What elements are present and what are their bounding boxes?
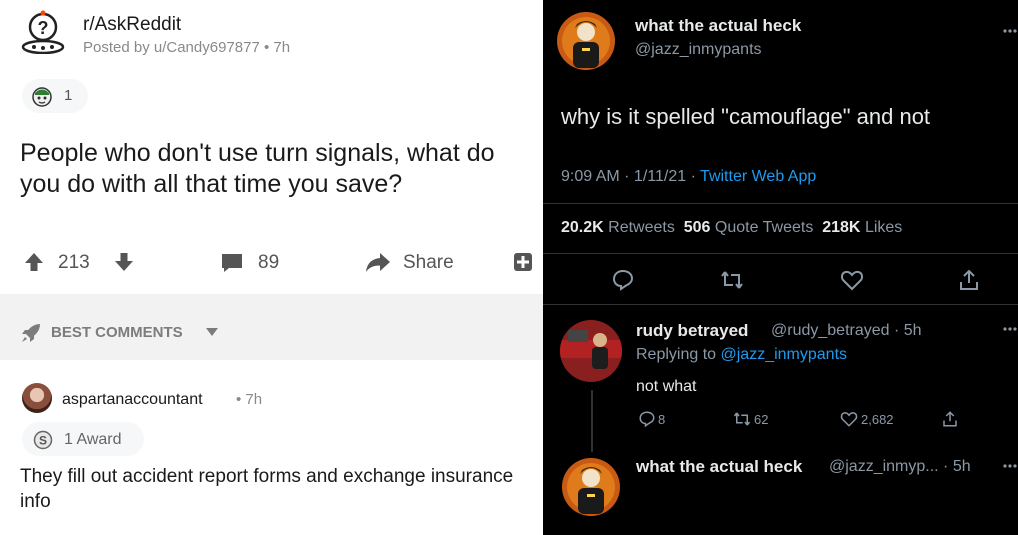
retweet-label[interactable]: Retweets (608, 219, 675, 236)
reply-icon[interactable] (638, 410, 656, 428)
award-badge[interactable]: 1 (22, 79, 88, 113)
like-label[interactable]: Likes (865, 219, 902, 236)
comment-count: 89 (258, 252, 280, 273)
downvote-icon[interactable] (112, 250, 136, 274)
award-count: 1 (64, 87, 73, 104)
subreddit-name[interactable]: r/AskReddit (83, 14, 181, 36)
reddit-snoo-icon[interactable]: ? (20, 10, 66, 54)
more-icon[interactable] (1003, 326, 1017, 332)
reply2-author-handle[interactable]: @jazz_inmyp... · 5h (829, 458, 971, 476)
more-icon[interactable] (1003, 28, 1017, 34)
tweet-timestamp: 9:09 AM · 1/11/21 · Twitter Web App (561, 168, 816, 186)
reply-author-avatar[interactable] (560, 320, 622, 382)
comment-time: • 7h (236, 391, 263, 408)
divider (543, 203, 1018, 204)
commenter-avatar[interactable] (22, 383, 52, 413)
post-action-bar: 213 89 Share (0, 244, 543, 282)
post-title[interactable]: People who don't use turn signals, what … (20, 138, 540, 200)
replying-prefix: Replying to (636, 346, 721, 363)
reply-icon[interactable] (611, 268, 635, 292)
tweet-stats: 20.2K Retweets 506 Quote Tweets 218K Lik… (561, 219, 902, 237)
reply2-author-avatar[interactable] (562, 458, 620, 516)
replying-to: Replying to @jazz_inmypants (636, 346, 847, 364)
more-icon[interactable] (1003, 463, 1017, 469)
rocket-icon (22, 324, 40, 342)
tweet-text: why is it spelled "camouflage" and not (561, 104, 931, 129)
reddit-post-panel: ? r/AskReddit Posted by u/Candy697877 • … (0, 0, 543, 535)
share-button[interactable]: Share (403, 252, 454, 274)
comment-award-label: 1 Award (64, 431, 122, 448)
svg-text:S: S (39, 434, 47, 448)
like-icon[interactable] (840, 268, 864, 292)
tweet-author-name[interactable]: what the actual heck (635, 16, 801, 36)
reply-reply-count: 8 (658, 412, 666, 427)
twitter-thread-panel: what the actual heck @jazz_inmypants why… (543, 0, 1018, 535)
silver-award-icon: S (33, 430, 53, 450)
comment-award-badge[interactable]: S 1 Award (22, 422, 144, 456)
reply2-author-name[interactable]: what the actual heck (636, 457, 802, 477)
divider (543, 253, 1018, 254)
share-icon[interactable] (365, 250, 391, 274)
quote-tweet-label[interactable]: Quote Tweets (715, 219, 813, 236)
reply-author-handle[interactable]: @rudy_betrayed · 5h (771, 322, 922, 340)
tweet-source-app[interactable]: Twitter Web App (700, 168, 816, 185)
reply-retweet-count: 62 (754, 412, 769, 427)
comment-author[interactable]: aspartanaccountant (62, 391, 203, 409)
share-tweet-icon[interactable] (941, 410, 959, 428)
tweet-author-avatar[interactable] (557, 12, 615, 70)
divider (543, 304, 1018, 305)
replying-to-handle[interactable]: @jazz_inmypants (721, 346, 848, 363)
like-icon[interactable] (840, 410, 858, 428)
share-tweet-icon[interactable] (957, 268, 981, 292)
vote-count: 213 (58, 252, 90, 273)
thread-line (591, 390, 593, 452)
reply-like-count: 2,682 (861, 412, 894, 427)
retweet-icon[interactable] (733, 410, 751, 428)
like-count[interactable]: 218K (822, 219, 860, 236)
sort-label: BEST COMMENTS (51, 324, 183, 341)
award-icon (32, 87, 52, 107)
reply-author-name[interactable]: rudy betrayed (636, 321, 748, 341)
reply-text: not what (636, 378, 697, 395)
svg-text:?: ? (38, 18, 49, 38)
retweet-count[interactable]: 20.2K (561, 219, 604, 236)
tweet-time: 9:09 AM · 1/11/21 · (561, 168, 701, 185)
post-byline: Posted by u/Candy697877 • 7h (83, 39, 291, 56)
tweet-author-handle[interactable]: @jazz_inmypants (635, 41, 762, 59)
comment-icon[interactable] (220, 251, 244, 275)
save-icon[interactable] (512, 250, 534, 274)
quote-tweet-count[interactable]: 506 (684, 219, 711, 236)
upvote-icon[interactable] (22, 250, 46, 274)
caret-down-icon (206, 328, 218, 336)
comment-body: They fill out accident report forms and … (20, 466, 514, 512)
retweet-icon[interactable] (720, 268, 744, 292)
